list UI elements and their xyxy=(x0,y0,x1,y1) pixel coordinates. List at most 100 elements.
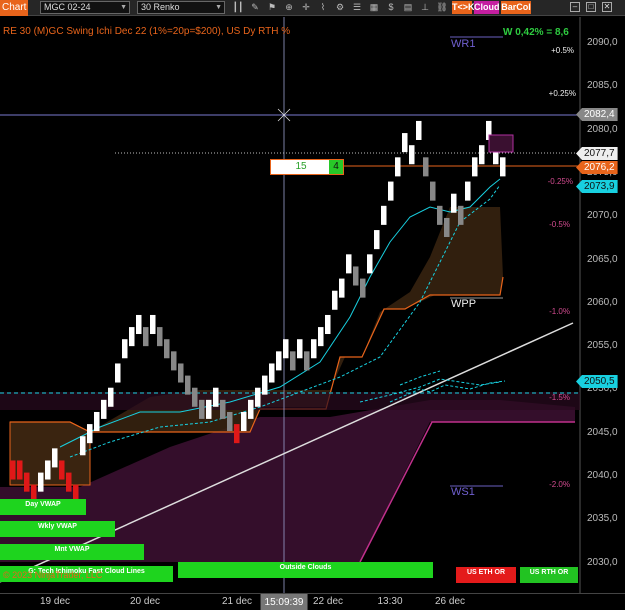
pct-label: -1.0% xyxy=(549,307,570,316)
renko-brick xyxy=(234,424,240,444)
renko-brick xyxy=(129,327,135,347)
pct-label: -2.0% xyxy=(549,480,570,489)
chart-tab[interactable]: Chart xyxy=(0,0,28,16)
dark-band xyxy=(0,392,580,410)
template-icon[interactable]: ▤ xyxy=(402,2,414,13)
strategy-icon[interactable]: ⚙ xyxy=(334,2,346,13)
order-side[interactable]: 4 xyxy=(329,160,343,174)
wkly-vwap-legend[interactable]: Wkly VWAP xyxy=(0,521,115,537)
renko-brick xyxy=(353,266,359,286)
pct-label: -0.5% xyxy=(549,220,570,229)
last-price-tag: 2077,7 xyxy=(576,147,618,160)
renko-brick xyxy=(94,411,100,432)
order-quantity-box[interactable]: 15 4 xyxy=(270,159,344,175)
zoom-icon[interactable]: ⊕ xyxy=(283,2,295,13)
y-tick-label: 2045,0 xyxy=(587,426,618,438)
properties-icon[interactable]: ☰ xyxy=(351,2,363,13)
crosshair-price-tag: 2082,4 xyxy=(576,108,618,121)
close-icon[interactable]: ✕ xyxy=(602,2,612,12)
renko-brick xyxy=(437,205,443,225)
pencil-icon[interactable]: ✎ xyxy=(249,2,261,13)
renko-brick xyxy=(192,387,198,407)
renko-brick xyxy=(269,363,275,383)
chart-trader-icon[interactable]: $ xyxy=(385,2,397,13)
renko-brick xyxy=(311,339,317,359)
renko-brick xyxy=(381,205,387,225)
renko-brick xyxy=(241,411,247,432)
renko-brick xyxy=(220,399,226,419)
bar-type-select[interactable]: 30 Renko ▼ xyxy=(137,1,225,14)
us-rth-or-legend[interactable]: US RTH OR xyxy=(520,567,578,583)
renko-brick xyxy=(423,157,429,177)
renko-brick xyxy=(178,363,184,383)
renko-brick xyxy=(458,205,464,225)
renko-brick xyxy=(395,157,401,177)
instrument-select[interactable]: MGC 02-24 ▼ xyxy=(40,1,130,14)
pct-label: -1.5% xyxy=(549,393,570,402)
x-axis: 19 dec 20 dec 21 dec 15:09:39 22 dec 13:… xyxy=(0,593,625,610)
x-tick-label: 22 dec xyxy=(312,596,344,607)
purple-box xyxy=(488,134,514,153)
wr1-label: WR1 xyxy=(451,38,476,50)
cyan-price-tag: 2073,9 xyxy=(576,180,618,193)
y-tick-label: 2080,0 xyxy=(587,123,618,135)
renko-brick xyxy=(276,351,282,371)
renko-brick xyxy=(157,327,163,347)
pct-label: +0.5% xyxy=(551,46,574,55)
y-tick-label: 2030,0 xyxy=(587,556,618,568)
chart-title: RE 30 (M)GC Swing Ichi Dec 22 (1%=20p=$2… xyxy=(3,26,291,37)
indicators-icon[interactable]: ⌇ xyxy=(317,2,329,13)
pin-icon[interactable]: ⊥ xyxy=(419,2,431,13)
renko-brick xyxy=(199,399,205,419)
renko-brick xyxy=(59,460,65,480)
y-tick-label: 2035,0 xyxy=(587,513,618,525)
renko-brick xyxy=(290,351,296,371)
renko-brick xyxy=(80,436,86,456)
chart-area[interactable]: RE 30 (M)GC Swing Ichi Dec 22 (1%=20p=$2… xyxy=(0,17,625,593)
x-tick-label: 13:30 xyxy=(377,596,403,607)
renko-brick xyxy=(206,399,212,419)
cloud-button[interactable]: Cloud xyxy=(474,1,500,14)
renko-brick xyxy=(465,181,471,201)
renko-brick xyxy=(255,387,261,407)
drawing-tools-icon[interactable]: ⚑ xyxy=(266,2,278,13)
crosshair-icon[interactable]: ✛ xyxy=(300,2,312,13)
cyan-low-price-tag: 2050,5 xyxy=(576,375,618,388)
renko-brick xyxy=(101,399,107,419)
renko-brick xyxy=(227,411,233,432)
renko-brick xyxy=(52,448,58,468)
data-box-icon[interactable]: ▦ xyxy=(368,2,380,13)
bar-chart-icon[interactable]: ┃┃ xyxy=(232,2,244,13)
renko-brick xyxy=(108,387,114,407)
renko-brick xyxy=(185,375,191,395)
renko-brick xyxy=(213,387,219,407)
link-icon[interactable]: ⛓ xyxy=(436,2,448,13)
renko-brick xyxy=(416,120,422,140)
maximize-icon[interactable]: □ xyxy=(586,2,596,12)
chevron-down-icon: ▼ xyxy=(215,4,222,11)
renko-brick xyxy=(325,314,331,335)
renko-brick xyxy=(402,133,408,153)
x-tick-label: 26 dec xyxy=(434,596,466,607)
outside-clouds-legend[interactable]: Outside Clouds xyxy=(178,562,433,578)
wpp-label: WPP xyxy=(451,298,477,310)
day-vwap-legend[interactable]: Day VWAP xyxy=(0,499,86,515)
crosshair-time-tag: 15:09:39 xyxy=(260,594,308,610)
tk-button[interactable]: T<>K xyxy=(452,1,475,14)
ws1-label: WS1 xyxy=(451,486,475,498)
barcol-button[interactable]: BarCol xyxy=(501,1,531,14)
order-quantity: 15 xyxy=(295,161,307,172)
us-eth-or-legend[interactable]: US ETH OR xyxy=(456,567,516,583)
x-tick-label: 19 dec xyxy=(39,596,71,607)
y-tick-label: 2040,0 xyxy=(587,470,618,482)
renko-brick xyxy=(367,254,373,274)
minimize-icon[interactable]: – xyxy=(570,2,580,12)
mnt-vwap-legend[interactable]: Mnt VWAP xyxy=(0,544,144,560)
price-chart[interactable] xyxy=(0,17,625,593)
renko-brick xyxy=(430,181,436,201)
renko-brick xyxy=(332,290,338,310)
renko-brick xyxy=(451,193,457,213)
renko-brick xyxy=(115,363,121,383)
y-tick-label: 2060,0 xyxy=(587,296,618,308)
renko-brick xyxy=(409,145,415,165)
